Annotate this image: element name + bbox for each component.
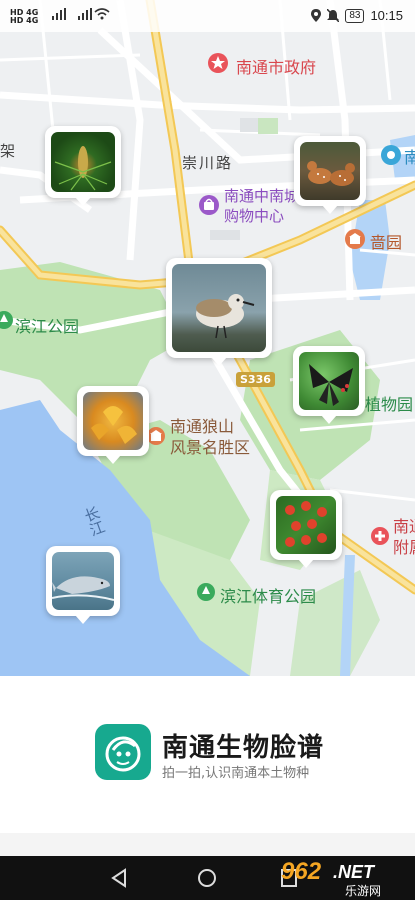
label-langshan-line1: 南通狼山 (170, 417, 235, 436)
location-icon (311, 9, 322, 22)
ginkgo-leaves-photo (83, 392, 143, 450)
wifi-icon (94, 8, 110, 20)
species-pin-ginkgo[interactable] (77, 386, 149, 464)
label-langshan: 南通狼山 风景名胜区 (170, 416, 250, 458)
species-pin-porpoise[interactable] (46, 546, 120, 624)
label-mall-line1: 南通中南城 (224, 187, 300, 205)
label-hospital: 南通 附属 (393, 516, 415, 558)
divider-band (0, 833, 415, 856)
label-right-edge: 南 (404, 148, 415, 167)
app-subtitle: 拍一拍,认识南通本土物种 (162, 766, 310, 781)
label-city-gov: 南通市政府 (236, 58, 317, 77)
label-mall-line2: 购物中心 (224, 207, 285, 225)
mall-poi-icon (199, 195, 219, 215)
home-icon[interactable] (197, 868, 217, 888)
garden-poi-icon (345, 229, 365, 249)
hospital-poi-icon (371, 527, 389, 545)
gov-poi-icon (208, 53, 228, 73)
species-pin-pine[interactable] (45, 126, 121, 206)
scenic-poi-icon (147, 427, 165, 445)
deer-photo (300, 142, 360, 200)
finless-porpoise-photo (52, 552, 114, 610)
species-pin-butterfly[interactable] (293, 346, 365, 424)
sim-indicators: HD 4G HD 4G (10, 9, 38, 25)
app-title: 南通生物脸谱 (162, 733, 325, 763)
label-chongchuan-road: 崇川路 (182, 154, 234, 172)
watermark-suffix: .NET (333, 862, 375, 882)
road-shield-s336: S336 (236, 372, 275, 387)
status-bar: HD 4G HD 4G 83 10:15 (0, 0, 415, 32)
app-logo-icon (105, 736, 141, 772)
mute-icon (327, 9, 340, 22)
signal2-icon (78, 8, 92, 20)
sandpiper-bird-photo (172, 264, 266, 352)
park-poi-icon (0, 311, 13, 329)
app-logo (95, 724, 151, 780)
species-pin-deer[interactable] (294, 136, 366, 214)
map-view[interactable]: 南通市政府 崇川路 南通中南城 购物中心 啬园 南 架 滨江公园 S336 植物… (0, 0, 415, 676)
species-pin-sandpiper[interactable] (166, 258, 272, 366)
sports-park-poi-icon (197, 583, 215, 601)
signal1-icon (52, 8, 66, 20)
battery-indicator: 83 (345, 8, 365, 23)
label-langshan-line2: 风景名胜区 (170, 438, 251, 457)
label-left-edge: 架 (0, 142, 16, 160)
watermark-brand: 962 (281, 858, 322, 885)
label-botanical: 植物园 (365, 395, 414, 414)
site-watermark: 962 .NET 乐游网 (275, 856, 411, 900)
hospital-top-poi-icon (381, 145, 401, 165)
label-mall: 南通中南城 购物中心 (224, 186, 299, 226)
label-garden: 啬园 (370, 233, 403, 252)
swallowtail-butterfly-photo (299, 352, 359, 410)
label-hospital-line2: 附属 (393, 538, 415, 557)
label-sports-park: 滨江体育公园 (220, 587, 317, 606)
species-pin-yew[interactable] (270, 490, 342, 568)
sim2-label: HD (10, 16, 24, 25)
pine-plant-photo (51, 132, 115, 192)
label-hospital-line1: 南通 (393, 517, 415, 536)
clock: 10:15 (370, 8, 403, 23)
back-icon[interactable] (110, 868, 128, 888)
label-binjiang-park: 滨江公园 (15, 317, 80, 336)
watermark-sub: 乐游网 (345, 884, 382, 898)
network2-label: 4G (26, 16, 39, 25)
red-berries-yew-photo (276, 496, 336, 554)
